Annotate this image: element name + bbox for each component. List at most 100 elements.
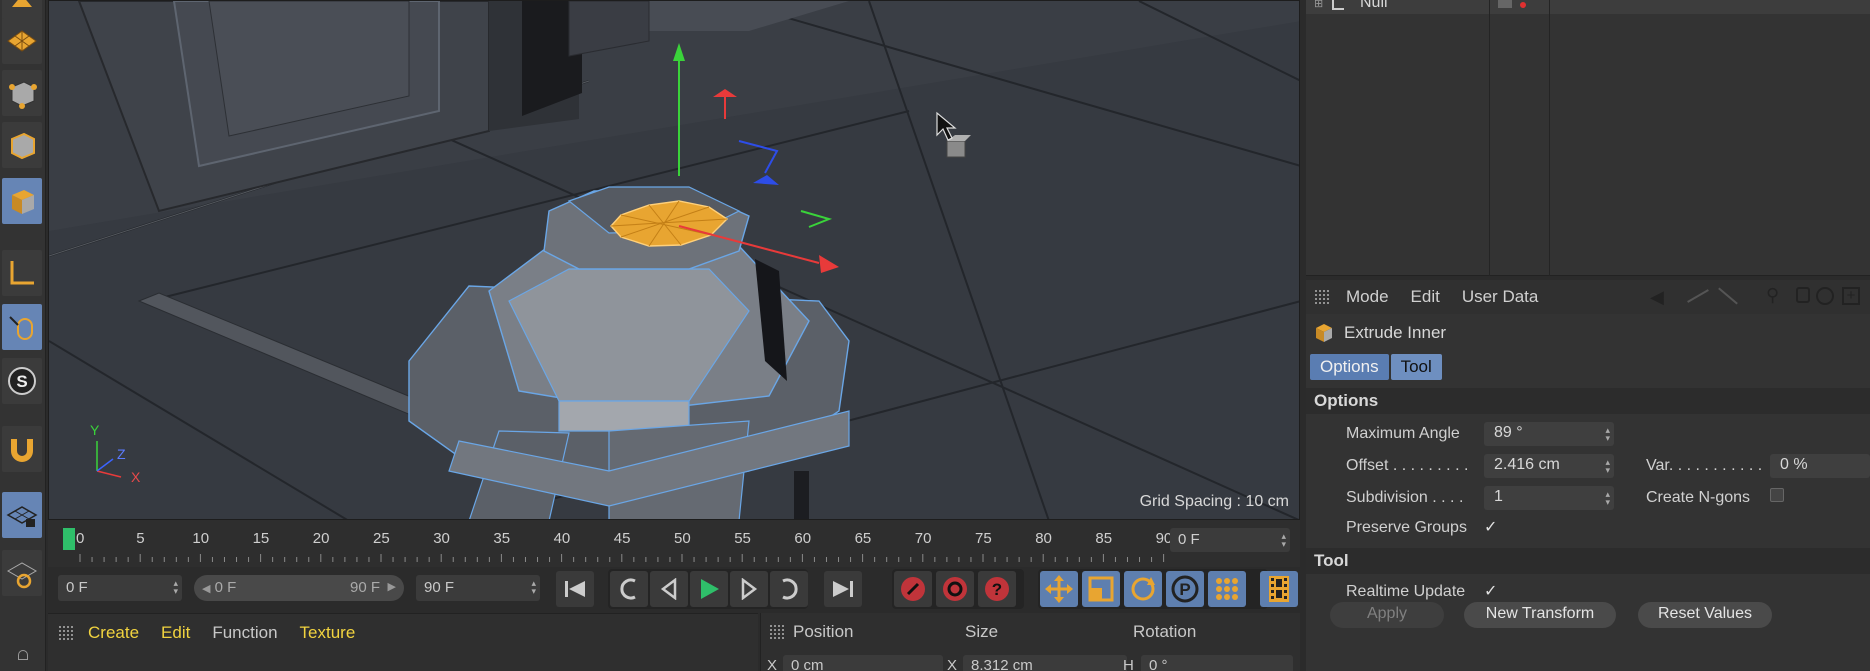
var-field[interactable]: 0 % xyxy=(1770,454,1870,478)
reset-values-button[interactable]: Reset Values xyxy=(1638,602,1772,628)
object-name[interactable]: Null xyxy=(1360,0,1388,12)
forward-arrow-icon[interactable] xyxy=(1718,287,1738,305)
polygon-mesh-icon[interactable] xyxy=(2,18,42,64)
viewport[interactable]: Y Z X Grid Spacing : 10 cm xyxy=(48,0,1300,520)
end-frame-value: 90 F xyxy=(424,579,455,596)
points-mode-icon[interactable] xyxy=(2,70,42,116)
rotation-h-label: H xyxy=(1123,657,1134,671)
previous-frame-icon xyxy=(660,578,677,600)
max-angle-field[interactable]: 89 ° ▴ ▾ xyxy=(1484,422,1614,446)
previous-key-button[interactable] xyxy=(610,571,648,607)
preserve-groups-label: Preserve Groups xyxy=(1346,519,1467,536)
next-key-button[interactable] xyxy=(770,571,808,607)
position-x-field[interactable]: 0 cm xyxy=(783,655,943,671)
tab-options[interactable]: Options xyxy=(1310,354,1389,380)
record-key-icon xyxy=(901,577,925,601)
end-frame-spinner-icon[interactable]: ▴ ▾ xyxy=(531,579,536,596)
material-grip-icon[interactable] xyxy=(58,625,74,641)
menu-edit-attr[interactable]: Edit xyxy=(1411,287,1440,307)
axis-z-label: Z xyxy=(117,446,126,462)
section-tool[interactable]: Tool xyxy=(1306,548,1870,574)
apply-button[interactable]: Apply xyxy=(1330,602,1444,628)
polygons-mode-icon[interactable] xyxy=(2,178,42,224)
object-row-null[interactable]: ⊞ Null xyxy=(1306,0,1870,14)
range-left-arrow-icon[interactable]: ◀ xyxy=(202,583,210,595)
scene-render xyxy=(49,1,1299,519)
play-button[interactable] xyxy=(690,571,728,607)
section-options[interactable]: Options xyxy=(1306,388,1870,414)
menu-create[interactable]: Create xyxy=(88,623,139,643)
timeline-ruler xyxy=(79,554,1165,562)
svg-text:P: P xyxy=(1179,580,1190,599)
move-arrows-icon xyxy=(1045,575,1073,603)
menu-function[interactable]: Function xyxy=(212,623,277,643)
column-divider xyxy=(1549,0,1550,276)
range-right-arrow-icon[interactable]: ▶ xyxy=(388,580,396,593)
subdivision-spinner-icon[interactable]: ▴ ▾ xyxy=(1605,490,1610,507)
target-icon[interactable] xyxy=(1816,287,1834,305)
visibility-dot-icon[interactable] xyxy=(1520,2,1526,8)
new-panel-icon[interactable]: + xyxy=(1842,287,1860,305)
new-transform-button[interactable]: New Transform xyxy=(1464,602,1616,628)
snap-s-icon[interactable]: S xyxy=(2,358,42,404)
previous-frame-button[interactable] xyxy=(650,571,688,607)
next-frame-button[interactable] xyxy=(730,571,768,607)
timeline-window-button[interactable] xyxy=(1260,571,1298,607)
go-to-start-icon xyxy=(565,581,585,597)
go-to-end-button[interactable] xyxy=(824,571,862,607)
max-angle-spinner-icon[interactable]: ▴ ▾ xyxy=(1605,426,1610,443)
menu-texture[interactable]: Texture xyxy=(300,623,356,643)
scale-track-button[interactable] xyxy=(1082,571,1120,607)
timeline-tick-label: 0 xyxy=(76,530,85,547)
start-frame-spinner-icon[interactable]: ▴ ▾ xyxy=(173,579,178,596)
end-frame-field[interactable]: 90 F ▴ ▾ xyxy=(416,575,540,601)
position-track-button[interactable] xyxy=(1040,571,1078,607)
search-icon[interactable]: ⚲ xyxy=(1766,285,1779,306)
up-arrow-icon[interactable] xyxy=(1687,289,1709,303)
rotation-h-field[interactable]: 0 ° xyxy=(1141,655,1293,671)
current-frame-field[interactable]: 0 F ▴ ▾ xyxy=(1170,528,1290,552)
layer-tag-icon[interactable] xyxy=(1498,0,1512,8)
edges-mode-icon[interactable] xyxy=(2,122,42,168)
workplane-lock-icon[interactable] xyxy=(2,492,42,538)
keyframe-selection-button[interactable]: ? xyxy=(978,571,1016,607)
tweak-mouse-icon[interactable] xyxy=(2,304,42,350)
grid-snap-icon[interactable] xyxy=(2,550,42,596)
preview-range-slider[interactable]: ◀ 0 F 90 F ▶ xyxy=(194,575,404,601)
menu-user-data[interactable]: User Data xyxy=(1462,287,1539,307)
timeline[interactable]: 0 5 10 15 20 25 30 35 40 45 50 55 60 65 70 75 80 85 90 0 F… xyxy=(48,520,1300,567)
tab-tool[interactable]: Tool xyxy=(1390,354,1442,380)
rotation-track-button[interactable] xyxy=(1124,571,1162,607)
preserve-groups-checkbox[interactable]: ✓ xyxy=(1484,517,1497,537)
start-frame-field[interactable]: 0 F ▴ ▾ xyxy=(58,575,182,601)
realtime-update-checkbox[interactable]: ✓ xyxy=(1484,581,1497,601)
record-active-objects-button[interactable] xyxy=(894,571,932,607)
go-to-start-button[interactable] xyxy=(556,571,594,607)
menu-edit[interactable]: Edit xyxy=(161,623,190,643)
back-arrow-icon[interactable]: ◀ xyxy=(1650,287,1664,308)
offset-field[interactable]: 2.416 cm ▴ ▾ xyxy=(1484,454,1614,478)
timeline-tick-label: 75 xyxy=(975,530,992,547)
playhead[interactable] xyxy=(63,528,75,550)
point-level-button[interactable] xyxy=(1208,571,1246,607)
parameter-track-button[interactable]: P xyxy=(1166,571,1204,607)
timeline-tick-label: 40 xyxy=(553,530,571,547)
offset-spinner-icon[interactable]: ▴ ▾ xyxy=(1605,458,1610,475)
autokey-icon xyxy=(943,577,967,601)
subdivision-field[interactable]: 1 ▴ ▾ xyxy=(1484,486,1614,510)
attribute-grip-icon[interactable] xyxy=(1314,289,1330,305)
menu-mode[interactable]: Mode xyxy=(1346,287,1389,307)
size-x-label: X xyxy=(947,657,958,671)
create-ngons-checkbox[interactable] xyxy=(1770,488,1784,502)
scale-icon xyxy=(1088,576,1114,602)
axis-mode-icon[interactable] xyxy=(2,250,42,296)
autokeying-button[interactable] xyxy=(936,571,974,607)
collapse-handle-icon[interactable] xyxy=(18,650,28,660)
axis-x-label: X xyxy=(131,469,141,485)
lock-icon[interactable] xyxy=(1796,287,1810,303)
size-x-field[interactable]: 8.312 cm xyxy=(963,655,1127,671)
expand-icon[interactable]: ⊞ xyxy=(1314,0,1323,10)
frame-spinner-icon[interactable]: ▴ ▾ xyxy=(1281,532,1286,549)
magnet-icon[interactable] xyxy=(2,426,42,472)
coords-grip-icon[interactable] xyxy=(769,624,785,640)
